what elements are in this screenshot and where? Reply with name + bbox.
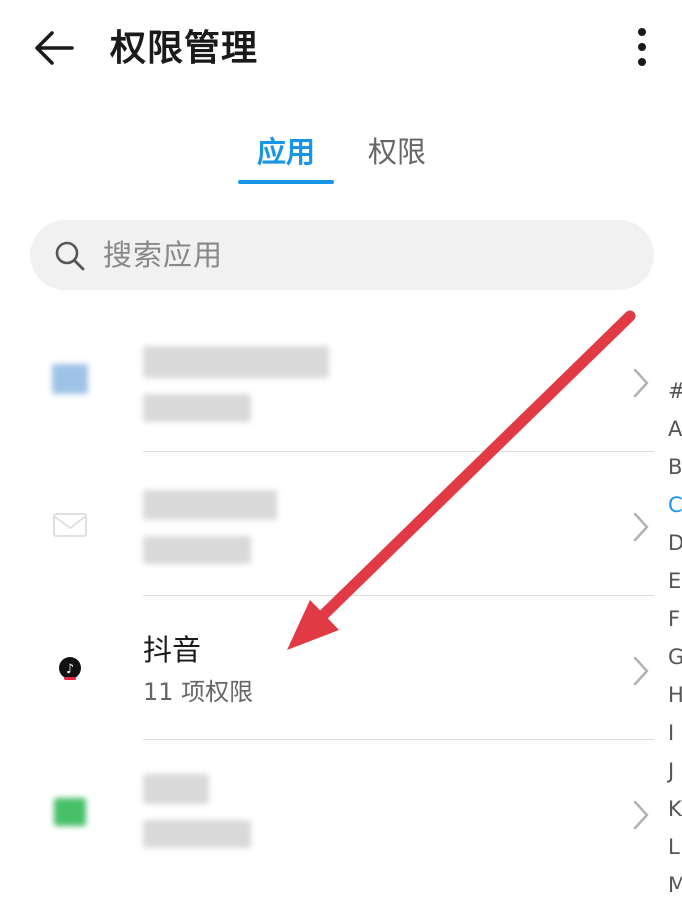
index-letter[interactable]: #	[668, 372, 682, 410]
chevron-right-icon	[633, 368, 649, 398]
chevron-right-icon	[633, 512, 649, 542]
index-letter[interactable]: B	[668, 448, 682, 486]
index-letter[interactable]: A	[668, 410, 682, 448]
app-row[interactable]	[0, 308, 660, 452]
chevron-right-icon	[633, 656, 649, 686]
tab-bar: 应用 权限	[0, 126, 682, 188]
tab-apps[interactable]: 应用	[257, 126, 315, 178]
app-row-douyin[interactable]: ♪ 抖音 11 项权限	[0, 596, 660, 740]
mail-icon	[50, 504, 90, 544]
index-letter[interactable]: M	[668, 866, 682, 904]
more-options-button[interactable]	[620, 24, 664, 72]
active-tab-indicator	[238, 180, 334, 184]
svg-text:♪: ♪	[66, 662, 74, 677]
chevron-right-icon	[633, 800, 649, 830]
index-letter[interactable]: I	[668, 714, 682, 752]
app-row[interactable]	[0, 452, 660, 596]
back-button[interactable]	[28, 24, 80, 72]
app-permission-count: 11 项权限	[143, 678, 254, 706]
app-bar: 权限管理	[0, 0, 682, 100]
index-letter[interactable]: D	[668, 524, 682, 562]
alphabet-index-bar[interactable]: #ABCDEFGHIJKLM	[668, 372, 682, 904]
app-icon-blurred	[50, 360, 90, 400]
blurred-app-name	[143, 774, 209, 804]
page-title: 权限管理	[110, 28, 259, 69]
app-row[interactable]	[0, 740, 660, 884]
blurred-app-name	[143, 490, 277, 520]
app-icon-blurred	[50, 792, 90, 832]
index-letter[interactable]: C	[668, 486, 682, 524]
index-letter[interactable]: E	[668, 562, 682, 600]
search-input-placeholder: 搜索应用	[103, 238, 224, 272]
index-letter[interactable]: F	[668, 600, 682, 638]
tab-permissions[interactable]: 权限	[368, 126, 426, 178]
douyin-icon: ♪	[50, 648, 90, 688]
index-letter[interactable]: J	[668, 752, 682, 790]
index-letter[interactable]: G	[668, 638, 682, 676]
blurred-app-subtitle	[143, 536, 251, 564]
more-vertical-icon	[638, 28, 646, 66]
search-icon	[55, 241, 85, 271]
arrow-left-icon	[35, 31, 74, 65]
app-name: 抖音	[143, 633, 202, 667]
blurred-app-subtitle	[143, 820, 251, 848]
search-bar[interactable]: 搜索应用	[30, 220, 654, 290]
index-letter[interactable]: H	[668, 676, 682, 714]
blurred-app-name	[143, 346, 329, 378]
blurred-app-subtitle	[143, 394, 251, 422]
index-letter[interactable]: K	[668, 790, 682, 828]
index-letter[interactable]: L	[668, 828, 682, 866]
app-list: ♪ 抖音 11 项权限	[0, 308, 660, 884]
